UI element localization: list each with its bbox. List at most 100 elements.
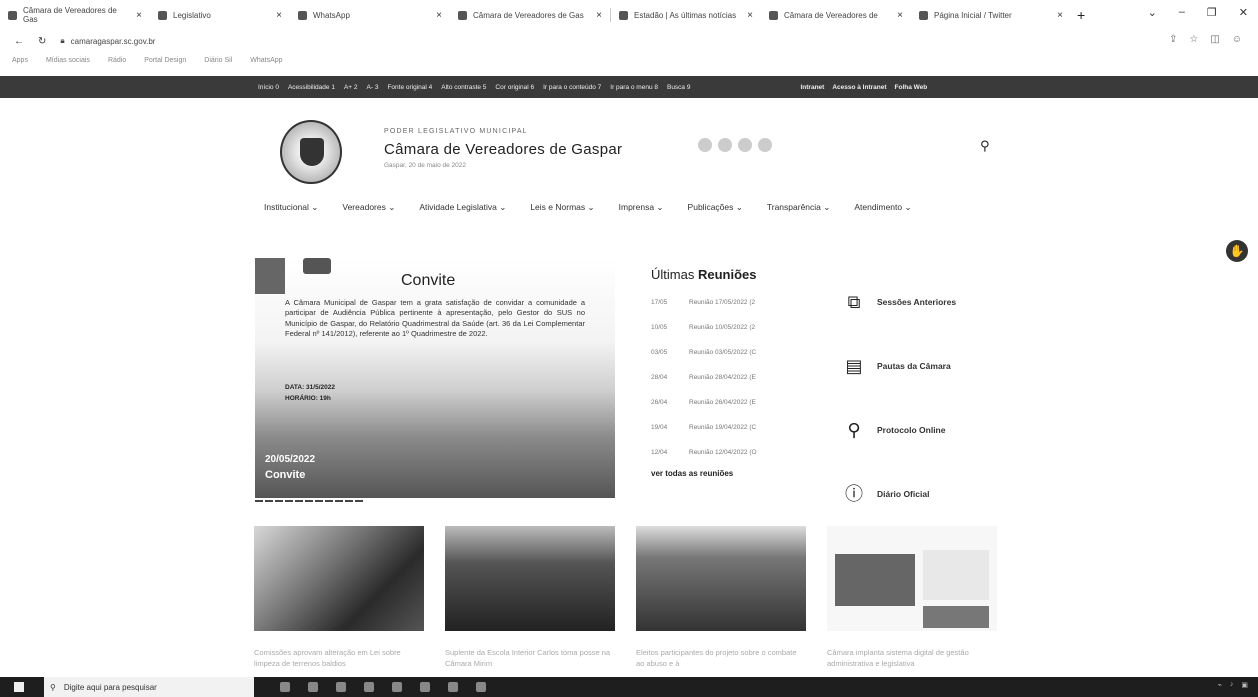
news-image[interactable]: [636, 526, 806, 631]
accessibility-link[interactable]: Acessibilidade 1: [288, 84, 335, 91]
bookmark-item[interactable]: Portal Design: [144, 57, 186, 64]
nav-item-publica-es[interactable]: Publicações ⌄: [688, 202, 743, 213]
meeting-title[interactable]: Reunião 17/05/2022 (2: [689, 299, 755, 306]
news-image[interactable]: [445, 526, 615, 631]
nav-item-institucional[interactable]: Institucional ⌄: [264, 202, 318, 213]
slide-indicators[interactable]: [255, 500, 365, 502]
quick-link-label[interactable]: Diário Oficial: [877, 489, 929, 499]
quick-link[interactable]: ⧉ Sessões Anteriores: [843, 270, 1003, 334]
meeting-item[interactable]: 12/04 Reunião 12/04/2022 (O: [651, 440, 811, 465]
meeting-item[interactable]: 28/04 Reunião 28/04/2022 (E: [651, 365, 811, 390]
feature-slide[interactable]: Convite A Câmara Municipal de Gaspar tem…: [255, 258, 615, 498]
close-icon[interactable]: ×: [136, 10, 142, 21]
quick-link-label[interactable]: Protocolo Online: [877, 425, 945, 435]
close-icon[interactable]: ×: [436, 10, 442, 21]
quick-link[interactable]: ▤ Pautas da Câmara: [843, 334, 1003, 398]
back-icon[interactable]: ←: [14, 36, 24, 47]
network-icon[interactable]: ⌁: [1218, 681, 1222, 689]
news-image[interactable]: [254, 526, 424, 631]
windows-start-icon[interactable]: [14, 682, 24, 692]
bookmark-item[interactable]: WhatsApp: [250, 57, 282, 64]
news-headline[interactable]: Eleitos participantes do projeto sobre o…: [636, 647, 806, 669]
close-window-icon[interactable]: ✕: [1239, 6, 1248, 19]
meeting-item[interactable]: 26/04 Reunião 26/04/2022 (E: [651, 390, 811, 415]
bookmark-item[interactable]: Mídias sociais: [46, 57, 90, 64]
browser-tab[interactable]: Estadão | As últimas notícias ×: [611, 0, 761, 30]
meeting-item[interactable]: 19/04 Reunião 19/04/2022 (C: [651, 415, 811, 440]
star-icon[interactable]: ☆: [1189, 34, 1198, 45]
meeting-title[interactable]: Reunião 12/04/2022 (O: [689, 449, 757, 456]
app-icon[interactable]: [448, 682, 458, 692]
close-icon[interactable]: ×: [596, 10, 602, 21]
meeting-item[interactable]: 10/05 Reunião 10/05/2022 (2: [651, 315, 811, 340]
bookmark-item[interactable]: Rádio: [108, 57, 126, 64]
meeting-title[interactable]: Reunião 03/05/2022 (C: [689, 349, 756, 356]
news-headline[interactable]: Comissões aprovam alteração em Lei sobre…: [254, 647, 424, 669]
feature-caption[interactable]: Convite: [265, 469, 305, 481]
search-icon[interactable]: ⚲: [980, 138, 990, 154]
accessibility-widget-icon[interactable]: ✋: [1226, 240, 1248, 262]
intranet-link[interactable]: Folha Web: [895, 84, 928, 91]
instagram-icon[interactable]: [718, 138, 732, 152]
quick-link-label[interactable]: Pautas da Câmara: [877, 361, 951, 371]
accessibility-link[interactable]: A- 3: [367, 84, 379, 91]
app-icon[interactable]: [336, 682, 346, 692]
bookmark-item[interactable]: Diário Sil: [204, 57, 232, 64]
facebook-icon[interactable]: [698, 138, 712, 152]
volume-icon[interactable]: ♪: [1230, 681, 1234, 689]
municipal-crest-logo[interactable]: [280, 120, 342, 184]
chrome-icon[interactable]: [364, 682, 374, 692]
browser-tab[interactable]: Câmara de Vereadores de Gas ×: [450, 0, 610, 30]
maximize-icon[interactable]: ❐: [1207, 6, 1217, 19]
app-icon[interactable]: [420, 682, 430, 692]
share-icon[interactable]: ⇪: [1169, 34, 1177, 45]
app-icon[interactable]: [476, 682, 486, 692]
news-image[interactable]: [827, 526, 997, 631]
intranet-link[interactable]: Intranet: [800, 84, 824, 91]
close-icon[interactable]: ×: [276, 10, 282, 21]
browser-tab[interactable]: Câmara de Vereadores de ×: [761, 0, 911, 30]
accessibility-link[interactable]: Busca 9: [667, 84, 691, 91]
intranet-link[interactable]: Acesso à Intranet: [832, 84, 886, 91]
url-field[interactable]: 🔒︎ camaragaspar.sc.gov.br: [60, 36, 155, 46]
profile-icon[interactable]: ☺: [1232, 34, 1242, 45]
close-icon[interactable]: ×: [747, 10, 753, 21]
meeting-title[interactable]: Reunião 10/05/2022 (2: [689, 324, 755, 331]
youtube-icon[interactable]: [738, 138, 752, 152]
browser-tab[interactable]: WhatsApp ×: [290, 0, 450, 30]
accessibility-link[interactable]: Alto contraste 5: [441, 84, 486, 91]
app-icon[interactable]: [308, 682, 318, 692]
close-icon[interactable]: ×: [1057, 10, 1063, 21]
meeting-title[interactable]: Reunião 26/04/2022 (E: [689, 399, 756, 406]
news-card[interactable]: Eleitos participantes do projeto sobre o…: [636, 526, 806, 669]
accessibility-link[interactable]: Cor original 6: [495, 84, 534, 91]
browser-tab[interactable]: Página Inicial / Twitter ×: [911, 0, 1071, 30]
bookmark-item[interactable]: Apps: [12, 57, 28, 64]
app-icon[interactable]: [392, 682, 402, 692]
accessibility-link[interactable]: A+ 2: [344, 84, 358, 91]
new-tab-icon[interactable]: +: [1077, 7, 1085, 23]
site-title[interactable]: Câmara de Vereadores de Gaspar: [384, 141, 622, 158]
news-card[interactable]: Câmara implanta sistema digital de gestã…: [827, 526, 997, 669]
browser-tab[interactable]: Legislativo ×: [150, 0, 290, 30]
nav-item-transpar-ncia[interactable]: Transparência ⌄: [767, 202, 831, 213]
nav-item-vereadores[interactable]: Vereadores ⌄: [342, 202, 395, 213]
view-all-meetings-link[interactable]: ver todas as reuniões: [651, 469, 811, 478]
meeting-item[interactable]: 03/05 Reunião 03/05/2022 (C: [651, 340, 811, 365]
task-view-icon[interactable]: [280, 682, 290, 692]
accessibility-link[interactable]: Ir para o conteúdo 7: [543, 84, 601, 91]
meeting-title[interactable]: Reunião 19/04/2022 (C: [689, 424, 756, 431]
reload-icon[interactable]: ↻: [38, 36, 46, 47]
rss-icon[interactable]: [758, 138, 772, 152]
sidebar-icon[interactable]: ◫: [1210, 34, 1219, 45]
browser-tab[interactable]: Câmara de Vereadores de Gas ×: [0, 0, 150, 30]
accessibility-link[interactable]: Início 0: [258, 84, 279, 91]
notification-icon[interactable]: ▣: [1241, 681, 1248, 689]
chevron-down-icon[interactable]: ⌄: [1148, 6, 1157, 19]
news-card[interactable]: Suplente da Escola Interior Carlos toma …: [445, 526, 615, 669]
quick-link-label[interactable]: Sessões Anteriores: [877, 297, 956, 307]
taskbar-search[interactable]: ⚲ Digite aqui para pesquisar: [44, 677, 254, 697]
nav-item-atendimento[interactable]: Atendimento ⌄: [854, 202, 911, 213]
nav-item-atividade-legislativa[interactable]: Atividade Legislativa ⌄: [419, 202, 506, 213]
nav-item-imprensa[interactable]: Imprensa ⌄: [619, 202, 664, 213]
